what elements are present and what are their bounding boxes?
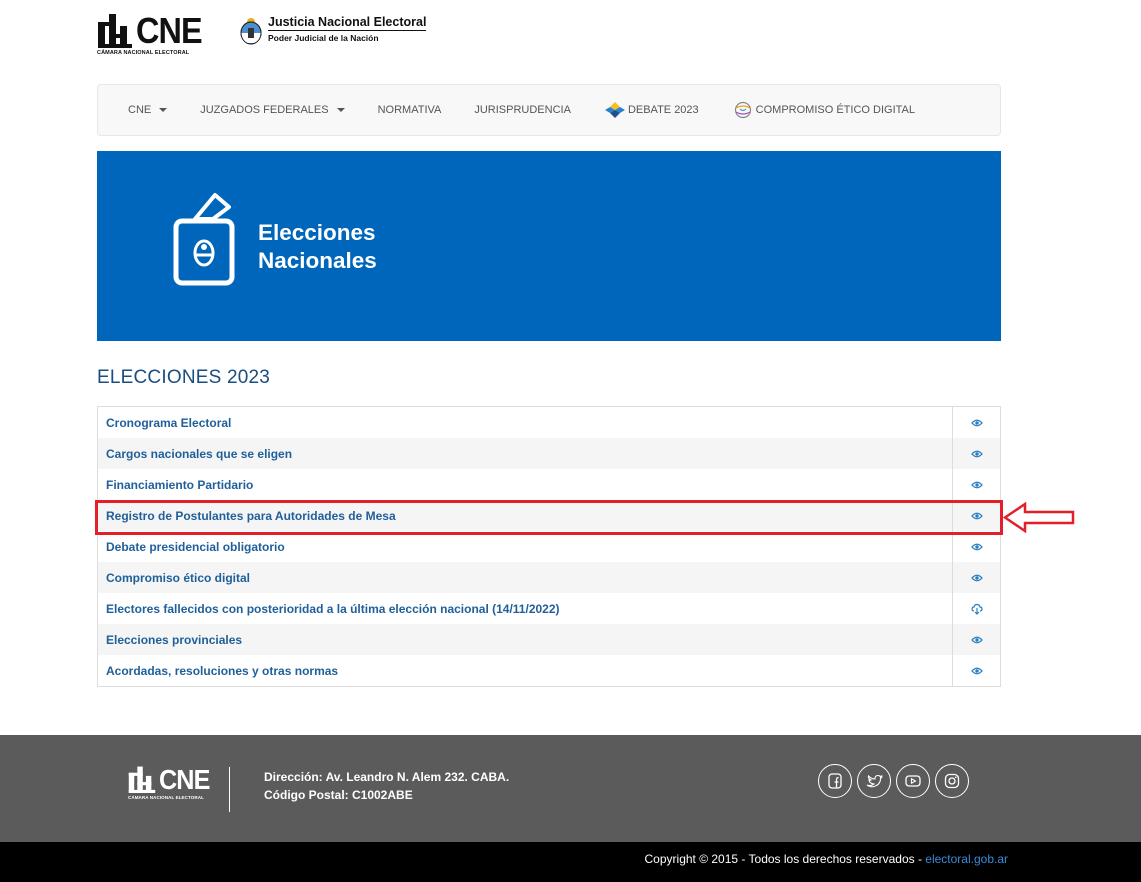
- page: CNE CÁMARA NACIONAL ELECTORAL Justicia N…: [0, 0, 1141, 882]
- list-item-cargos[interactable]: Cargos nacionales que se eligen: [98, 438, 1000, 469]
- copyright-text: Copyright © 2015 - Todos los derechos re…: [645, 852, 1008, 866]
- copyright-bar: Copyright © 2015 - Todos los derechos re…: [0, 842, 1141, 882]
- list-item-label[interactable]: Cargos nacionales que se eligen: [98, 438, 953, 469]
- banner-title-line-2: Nacionales: [258, 248, 377, 273]
- list-item-compromiso[interactable]: Compromiso ético digital: [98, 562, 1000, 593]
- nav-item-juzgados[interactable]: JUZGADOS FEDERALES: [200, 104, 345, 116]
- jne-title: Justicia Nacional Electoral: [268, 15, 427, 31]
- footer-cne-wordmark: CNE: [159, 764, 210, 795]
- nav-item-compromiso[interactable]: COMPROMISO ÉTICO DIGITAL: [732, 101, 915, 119]
- nav-item-label: NORMATIVA: [377, 104, 442, 116]
- youtube-icon[interactable]: [896, 764, 930, 798]
- main-nav: CNE JUZGADOS FEDERALES NORMATIVA JURISPR…: [97, 84, 1001, 136]
- eye-icon[interactable]: [953, 438, 1000, 469]
- list-item-debate[interactable]: Debate presidencial obligatorio: [98, 531, 1000, 562]
- list-item-electores-fallecidos[interactable]: Electores fallecidos con posterioridad a…: [98, 593, 1000, 624]
- list-item-label[interactable]: Financiamiento Partidario: [98, 469, 953, 500]
- electoral-site-link[interactable]: electoral.gob.ar: [925, 852, 1008, 866]
- nav-item-label: CNE: [128, 104, 152, 116]
- caret-down-icon: [336, 108, 345, 112]
- eye-icon[interactable]: [953, 469, 1000, 500]
- cloud-download-icon[interactable]: [953, 593, 1000, 624]
- nav-item-jurisprudencia[interactable]: JURISPRUDENCIA: [474, 104, 571, 116]
- social-links: [818, 764, 969, 798]
- cne-logo-icon: [128, 766, 156, 793]
- list-item-label[interactable]: Elecciones provinciales: [98, 624, 953, 655]
- footer-divider: [229, 767, 230, 812]
- jne-subtitle: Poder Judicial de la Nación: [268, 33, 379, 43]
- list-item-label[interactable]: Cronograma Electoral: [98, 407, 953, 438]
- section-title: ELECCIONES 2023: [97, 367, 271, 388]
- hero-banner: Elecciones Nacionales: [97, 151, 1001, 341]
- facebook-icon[interactable]: [818, 764, 852, 798]
- nav-item-label: JURISPRUDENCIA: [474, 104, 571, 116]
- twitter-icon[interactable]: [857, 764, 891, 798]
- list-item-label[interactable]: Electores fallecidos con posterioridad a…: [98, 593, 953, 624]
- eye-icon[interactable]: [953, 624, 1000, 655]
- footer-address: Dirección: Av. Leandro N. Alem 232. CABA…: [264, 768, 509, 804]
- eye-icon[interactable]: [953, 655, 1000, 686]
- list-item-acordadas[interactable]: Acordadas, resoluciones y otras normas: [98, 655, 1000, 686]
- instagram-icon[interactable]: [935, 764, 969, 798]
- national-seal-icon: [240, 18, 262, 45]
- nav-item-cne[interactable]: CNE: [128, 104, 168, 116]
- postal-code: Código Postal: C1002ABE: [264, 788, 413, 802]
- ballot-box-icon: [173, 193, 235, 286]
- nav-item-label: COMPROMISO ÉTICO DIGITAL: [755, 104, 915, 116]
- eye-icon[interactable]: [953, 562, 1000, 593]
- list-item-elecciones-provinciales[interactable]: Elecciones provinciales: [98, 624, 1000, 655]
- footer: CNE CÁMARA NACIONAL ELECTORAL Dirección:…: [0, 735, 1141, 842]
- address-line: Dirección: Av. Leandro N. Alem 232. CABA…: [264, 770, 510, 784]
- nav-item-normativa[interactable]: NORMATIVA: [378, 104, 442, 116]
- list-item-cronograma[interactable]: Cronograma Electoral: [98, 407, 1000, 438]
- list-item-label[interactable]: Compromiso ético digital: [98, 562, 953, 593]
- banner-title-line-1: Elecciones: [258, 220, 376, 245]
- caret-down-icon: [159, 108, 168, 112]
- cne-wordmark: CNE: [136, 10, 203, 51]
- cne-logo-icon: [98, 14, 132, 48]
- banner-title: Elecciones Nacionales: [258, 219, 377, 275]
- nav-item-label: JUZGADOS FEDERALES: [200, 104, 329, 116]
- eye-icon[interactable]: [953, 531, 1000, 562]
- header-brand: CNE CÁMARA NACIONAL ELECTORAL Justicia N…: [97, 10, 427, 57]
- elections-list: Cronograma Electoral Cargos nacionales q…: [97, 406, 1001, 687]
- eye-icon[interactable]: [953, 407, 1000, 438]
- nav-item-label: DEBATE 2023: [627, 104, 699, 116]
- list-item-label[interactable]: Debate presidencial obligatorio: [98, 531, 953, 562]
- footer-cne-subtitle: CÁMARA NACIONAL ELECTORAL: [128, 795, 204, 800]
- highlight-box: [95, 500, 1003, 535]
- footer-cne-logo[interactable]: CNE CÁMARA NACIONAL ELECTORAL: [128, 764, 215, 801]
- cne-logo[interactable]: CNE CÁMARA NACIONAL ELECTORAL: [97, 10, 209, 57]
- annotation-arrow-icon: [1003, 502, 1075, 533]
- list-item-financiamiento[interactable]: Financiamiento Partidario: [98, 469, 1000, 500]
- debate-diamond-icon: [604, 102, 625, 118]
- compromiso-globe-icon: [734, 101, 751, 119]
- list-item-label[interactable]: Acordadas, resoluciones y otras normas: [98, 655, 953, 686]
- nav-item-debate[interactable]: DEBATE 2023: [604, 101, 699, 119]
- copyright-label: Copyright © 2015 - Todos los derechos re…: [644, 852, 926, 866]
- jne-logo[interactable]: Justicia Nacional Electoral Poder Judici…: [239, 13, 427, 45]
